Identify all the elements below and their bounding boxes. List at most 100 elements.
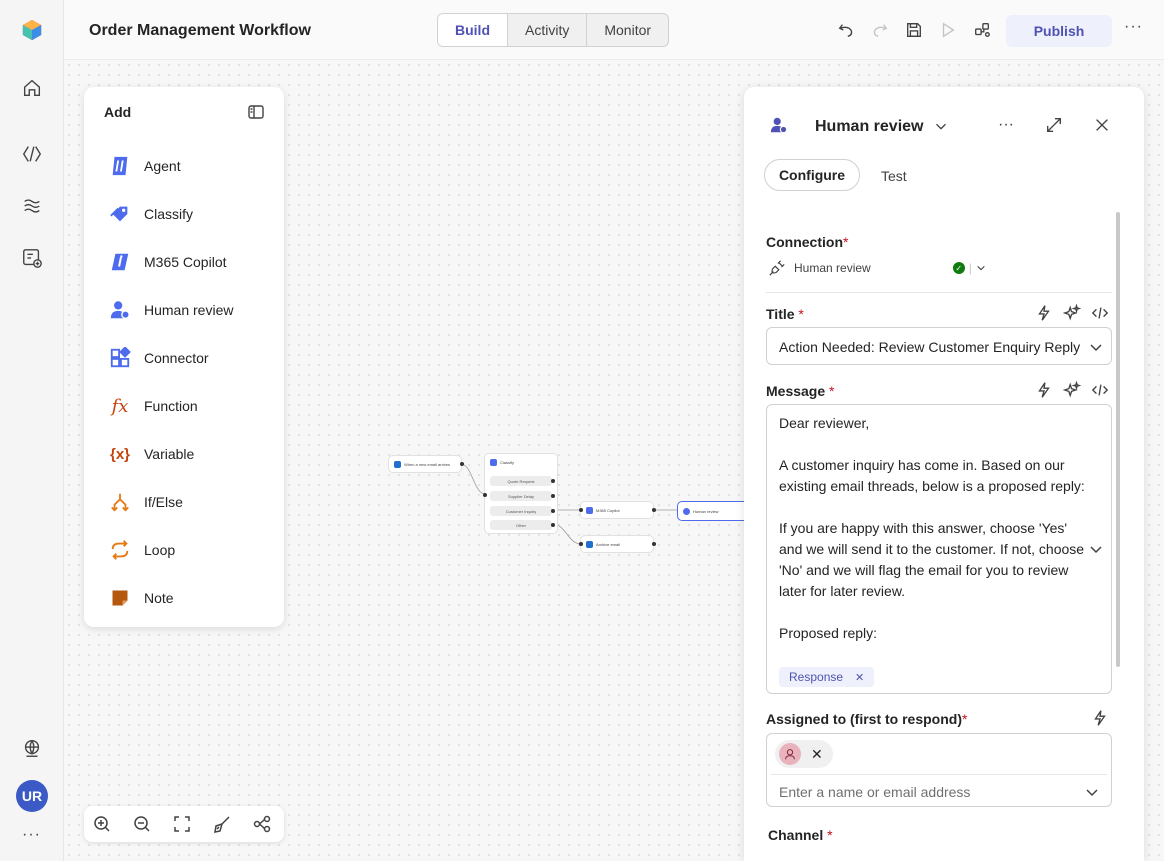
note-icon <box>108 586 132 610</box>
copilot-icon <box>586 506 593 514</box>
add-item-label: Variable <box>144 446 195 462</box>
flow-node-m365-copilot[interactable]: M365 Copilot <box>579 501 656 519</box>
add-item-label: If/Else <box>144 494 183 510</box>
add-item-if-else[interactable]: If/Else <box>108 488 278 516</box>
chevron-down-icon[interactable] <box>1085 785 1099 799</box>
chevron-down-icon[interactable] <box>1089 340 1103 354</box>
flow-node-label: Archive email <box>596 541 621 547</box>
flow-node-trigger[interactable]: When a new email arrives <box>388 455 464 473</box>
more-options-icon[interactable]: ··· <box>1124 18 1143 36</box>
publish-button[interactable]: Publish <box>1006 15 1112 47</box>
add-item-note[interactable]: Note <box>108 584 278 612</box>
home-icon[interactable] <box>20 76 44 100</box>
add-item-label: Loop <box>144 542 176 558</box>
assignee-input[interactable]: Enter a name or email address <box>779 784 970 800</box>
user-avatar[interactable]: UR <box>16 780 48 812</box>
divider <box>766 292 1112 293</box>
flow-node-human-review[interactable]: Human review <box>677 501 751 521</box>
assigned-to-label: Assigned to (first to respond)* <box>766 711 968 727</box>
chevron-down-icon[interactable] <box>976 263 986 273</box>
message-text: Dear reviewer, A customer inquiry has co… <box>779 415 1085 641</box>
title-label: Title * <box>766 306 804 322</box>
more-options-icon[interactable]: ··· <box>996 115 1016 135</box>
layout-icon[interactable] <box>253 815 271 833</box>
person-icon <box>683 507 690 515</box>
tab-monitor[interactable]: Monitor <box>587 14 668 46</box>
add-item-agent[interactable]: Agent <box>108 152 278 180</box>
variable-icon: {x} <box>109 445 131 463</box>
add-item-label: M365 Copilot <box>144 254 227 270</box>
left-rail: UR ··· <box>0 0 64 861</box>
expand-icon[interactable] <box>1044 115 1064 135</box>
tab-test[interactable]: Test <box>881 168 907 184</box>
redo-icon[interactable] <box>870 20 890 40</box>
assignee-field[interactable]: ✕ Enter a name or email address <box>766 733 1112 807</box>
flow-node-label: When a new email arrives <box>404 461 451 467</box>
connection-label: Connection* <box>766 234 849 250</box>
add-item-m365-copilot[interactable]: M365 Copilot <box>108 248 278 276</box>
add-item-variable[interactable]: {x} Variable <box>108 440 278 468</box>
share-connection-icon[interactable] <box>972 20 992 40</box>
remove-chip-icon[interactable]: ✕ <box>855 671 864 684</box>
collapse-panel-icon[interactable] <box>247 103 265 121</box>
add-item-label: Classify <box>144 206 194 222</box>
page-title: Order Management Workflow <box>89 22 311 39</box>
code-icon[interactable] <box>1090 380 1110 400</box>
lightning-icon[interactable] <box>1090 708 1110 728</box>
fit-view-icon[interactable] <box>173 815 191 833</box>
more-icon[interactable]: ··· <box>22 826 41 844</box>
assignee-chip[interactable]: ✕ <box>775 740 833 768</box>
add-item-classify[interactable]: Classify <box>108 200 278 228</box>
add-item-connector[interactable]: Connector <box>108 344 278 372</box>
add-item-function[interactable]: fx Function <box>108 392 278 420</box>
tag-icon <box>108 202 132 226</box>
lightning-icon[interactable] <box>1034 303 1054 323</box>
divider <box>771 774 1107 775</box>
save-icon[interactable] <box>904 20 924 40</box>
message-field[interactable]: Dear reviewer, A customer inquiry has co… <box>766 404 1112 694</box>
sparkle-icon[interactable] <box>1062 380 1082 400</box>
tag-icon <box>490 459 497 466</box>
add-item-human-review[interactable]: Human review <box>108 296 278 324</box>
classify-option[interactable]: Customer Inquiry <box>490 506 552 516</box>
clean-up-icon[interactable] <box>213 815 231 833</box>
code-icon[interactable] <box>1090 303 1110 323</box>
flow-node-label: Human review <box>693 508 719 514</box>
connection-selector[interactable]: Human review ✓ | <box>768 258 986 278</box>
tab-activity[interactable]: Activity <box>508 14 588 46</box>
title-value: Action Needed: Review Customer Enquiry R… <box>779 339 1081 355</box>
tab-build[interactable]: Build <box>438 14 508 46</box>
title-field[interactable]: Action Needed: Review Customer Enquiry R… <box>766 327 1112 365</box>
zoom-out-icon[interactable] <box>133 815 151 833</box>
chevron-down-icon[interactable] <box>1089 542 1103 556</box>
add-app-icon[interactable] <box>20 246 44 270</box>
connector-icon <box>108 346 132 370</box>
app-logo-icon[interactable] <box>20 18 44 42</box>
classify-option[interactable]: Other <box>490 520 552 530</box>
channel-label: Channel * <box>768 827 833 843</box>
panel-scrollbar[interactable] <box>1116 212 1120 667</box>
tab-configure[interactable]: Configure <box>764 159 860 191</box>
flow-node-archive-email[interactable]: Archive email <box>579 535 656 553</box>
add-item-loop[interactable]: Loop <box>108 536 278 564</box>
person-icon <box>769 115 789 135</box>
chevron-down-icon[interactable] <box>931 116 951 136</box>
play-icon[interactable] <box>938 20 958 40</box>
person-icon <box>108 298 132 322</box>
sparkle-icon[interactable] <box>1062 303 1082 323</box>
classify-option[interactable]: Supplier Delay <box>490 491 552 501</box>
agents-icon[interactable] <box>20 142 44 166</box>
flow-node-classify[interactable]: Classify Quote Request Supplier Delay Cu… <box>483 453 558 534</box>
classify-option[interactable]: Quote Request <box>490 476 552 486</box>
response-token-chip[interactable]: Response ✕ <box>779 667 875 687</box>
undo-icon[interactable] <box>836 20 856 40</box>
lightning-icon[interactable] <box>1034 380 1054 400</box>
close-icon[interactable] <box>1092 115 1112 135</box>
knowledge-icon[interactable] <box>20 194 44 218</box>
branch-icon <box>108 490 132 514</box>
remove-assignee-icon[interactable]: ✕ <box>811 746 823 763</box>
zoom-in-icon[interactable] <box>93 815 111 833</box>
globe-icon[interactable] <box>20 736 44 760</box>
flow-node-label: Classify <box>500 460 515 465</box>
add-item-label: Connector <box>144 350 209 366</box>
